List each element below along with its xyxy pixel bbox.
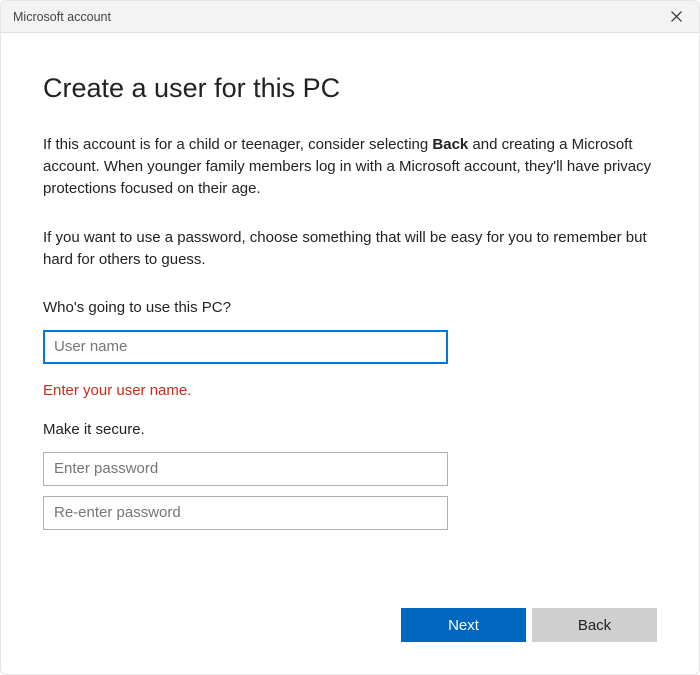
password-section-label: Make it secure. [43, 421, 657, 438]
titlebar-title: Microsoft account [13, 10, 111, 24]
dialog-footer: Next Back [1, 608, 699, 674]
username-input[interactable] [43, 330, 448, 364]
next-button[interactable]: Next [401, 608, 526, 642]
username-error: Enter your user name. [43, 382, 657, 399]
page-title: Create a user for this PC [43, 73, 657, 104]
intro-paragraph-2: If you want to use a password, choose so… [43, 227, 657, 271]
titlebar: Microsoft account [1, 1, 699, 33]
password-input[interactable] [43, 452, 448, 486]
close-button[interactable] [653, 1, 699, 33]
intro-paragraph-1-bold: Back [432, 136, 468, 153]
username-section-label: Who's going to use this PC? [43, 299, 657, 316]
intro-paragraph-1a: If this account is for a child or teenag… [43, 136, 432, 153]
intro-paragraph-1: If this account is for a child or teenag… [43, 134, 657, 199]
password-confirm-input[interactable] [43, 496, 448, 530]
close-icon [671, 11, 682, 22]
dialog-window: Microsoft account Create a user for this… [0, 0, 700, 675]
dialog-content: Create a user for this PC If this accoun… [1, 33, 699, 608]
back-button[interactable]: Back [532, 608, 657, 642]
